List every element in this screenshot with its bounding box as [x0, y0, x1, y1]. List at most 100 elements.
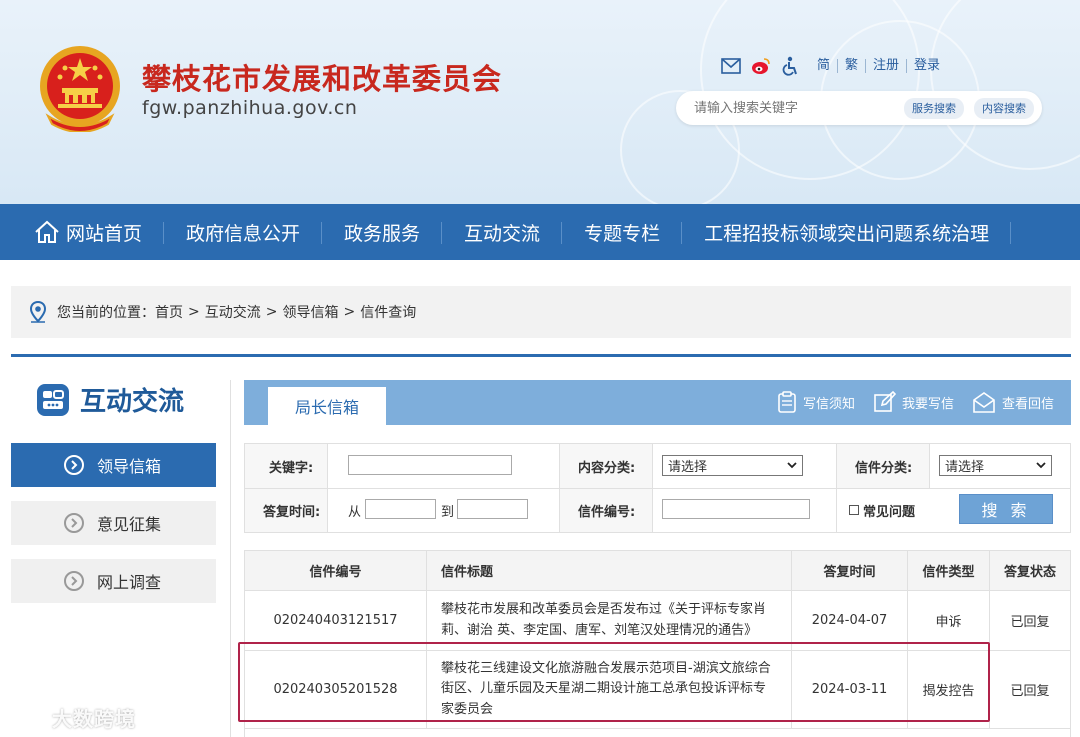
- mailbox-tab-bar: 局长信箱 写信须知 我要写信 查看回信: [244, 380, 1071, 425]
- clipboard-icon: [778, 391, 796, 413]
- nav-item-gov-info[interactable]: 政府信息公开: [164, 204, 323, 260]
- reply-status: 已回复: [1010, 615, 1050, 630]
- write-letter-label: 我要写信: [902, 396, 955, 412]
- sidebar-title: 互动交流: [36, 381, 184, 418]
- table-header-row: 信件编号 信件标题 答复时间 信件类型 答复状态: [245, 551, 1070, 591]
- tab-director-mailbox[interactable]: 局长信箱: [268, 387, 386, 425]
- nav-item-home[interactable]: 网站首页: [0, 204, 165, 260]
- chevron-right-icon: [64, 455, 84, 475]
- keyword-label: 关键字:: [269, 460, 314, 476]
- watermark-text: 大数跨境: [52, 707, 136, 731]
- letter-no-input[interactable]: [662, 499, 810, 519]
- content-type-select[interactable]: 请选择: [662, 455, 803, 476]
- watermark: 大数跨境: [8, 703, 136, 732]
- register-link[interactable]: 注册: [865, 59, 906, 73]
- view-replies-label: 查看回信: [1002, 396, 1055, 412]
- faq-label: 常见问题: [863, 504, 916, 520]
- faq-checkbox-wrap[interactable]: 常见问题: [849, 488, 915, 532]
- writing-notice-link[interactable]: 写信须知: [777, 391, 855, 413]
- table-row[interactable]: 020240305201528 攀枝花三线建设文化旅游融合发展示范项目-湖滨文旅…: [245, 651, 1070, 729]
- accessibility-icon[interactable]: [780, 55, 802, 77]
- writing-notice-label: 写信须知: [803, 396, 856, 412]
- section-divider: [11, 354, 1071, 357]
- letter-id: 020240403121517: [245, 591, 427, 650]
- national-emblem-icon: [40, 46, 120, 132]
- letter-type: 申诉: [908, 591, 990, 650]
- letter-search-form: 关键字: 内容分类: 请选择 信件分类: 请选择 答复时间: 从 到 信件编号:…: [244, 443, 1071, 533]
- weibo-icon[interactable]: [750, 55, 772, 77]
- column-divider: [230, 380, 231, 737]
- letter-no-label: 信件编号:: [578, 504, 636, 520]
- date-to-input[interactable]: [457, 499, 528, 519]
- main-nav: 网站首页 政府信息公开 政务服务 互动交流 专题专栏 工程招投标领域突出问题系统…: [0, 204, 1080, 260]
- envelope-open-icon: [973, 392, 995, 413]
- breadcrumb: 您当前的位置： 首页 > 互动交流 > 领导信箱 > 信件查询: [11, 286, 1071, 338]
- breadcrumb-letter-query[interactable]: 信件查询: [360, 302, 416, 322]
- chevron-right-icon: [64, 571, 84, 591]
- sidebar-item-leader-mailbox[interactable]: 领导信箱: [11, 443, 216, 487]
- search-button[interactable]: 搜 索: [959, 494, 1053, 524]
- letter-type-select[interactable]: 请选择: [939, 455, 1052, 476]
- nav-item-gov-service[interactable]: 政务服务: [322, 204, 443, 260]
- reply-status: 已回复: [1010, 684, 1050, 699]
- site-domain: fgw.panzhihua.gov.cn: [142, 97, 358, 119]
- write-letter-link[interactable]: 我要写信: [874, 391, 954, 413]
- to-label: 到: [441, 504, 455, 520]
- simplified-chinese-link[interactable]: 简: [810, 59, 837, 73]
- faq-checkbox[interactable]: [849, 505, 859, 515]
- mail-icon[interactable]: [720, 55, 742, 77]
- column-header: 答复状态: [990, 551, 1070, 590]
- nav-item-topics[interactable]: 专题专栏: [562, 204, 683, 260]
- letter-type-value: 请选择: [945, 460, 985, 475]
- search-input[interactable]: [694, 98, 894, 118]
- content-search-button[interactable]: 内容搜索: [974, 98, 1034, 119]
- breadcrumb-home[interactable]: 首页: [155, 302, 183, 322]
- breadcrumb-leader-mailbox[interactable]: 领导信箱: [282, 302, 338, 322]
- sidebar-item-label: 网上调查: [97, 573, 162, 592]
- date-from-input[interactable]: [365, 499, 436, 519]
- table-row[interactable]: 020240403121517 攀枝花市发展和改革委员会是否发布过《关于评标专家…: [245, 591, 1070, 651]
- sidebar-item-online-survey[interactable]: 网上调查: [11, 559, 216, 603]
- top-links: 简 繁 注册 登录: [720, 55, 947, 77]
- letter-title-link[interactable]: 攀枝花三线建设文化旅游融合发展示范项目-湖滨文旅综合街区、儿童乐园及天星湖二期设…: [427, 651, 792, 728]
- breadcrumb-label: 您当前的位置：: [57, 305, 155, 321]
- keyword-input[interactable]: [348, 455, 512, 475]
- site-title: 攀枝花市发展和改革委员会: [142, 62, 503, 96]
- watermark-logo-icon: [10, 708, 52, 726]
- letter-title-link[interactable]: 攀枝花市发展和改革委员会是否发布过《关于评标专家肖莉、谢治 英、李定国、唐军、刘…: [427, 591, 792, 650]
- location-pin-icon: [29, 301, 47, 323]
- traditional-chinese-link[interactable]: 繁: [837, 59, 865, 73]
- reply-date: 2024-04-07: [792, 591, 908, 650]
- chevron-down-icon: [787, 462, 797, 469]
- letter-id: 020240305201528: [245, 651, 427, 728]
- breadcrumb-interaction[interactable]: 互动交流: [205, 302, 261, 322]
- reply-date: 2024-03-11: [792, 651, 908, 728]
- sidebar-title-text: 互动交流: [80, 387, 185, 417]
- chat-icon: [37, 383, 69, 416]
- home-icon: [35, 220, 59, 243]
- nav-item-bidding-governance[interactable]: 工程招投标领域突出问题系统治理: [682, 204, 1012, 260]
- breadcrumb-separator: >: [265, 304, 278, 320]
- sidebar-item-label: 领导信箱: [97, 457, 162, 476]
- from-label: 从: [348, 504, 362, 520]
- column-header: 信件编号: [245, 551, 427, 590]
- sidebar-item-opinion-collection[interactable]: 意见征集: [11, 501, 216, 545]
- site-search-bar: 服务搜索 内容搜索: [676, 91, 1042, 125]
- page: 攀枝花市发展和改革委员会 fgw.panzhihua.gov.cn 简 繁 注册…: [0, 0, 1080, 737]
- service-search-button[interactable]: 服务搜索: [904, 98, 964, 119]
- nav-item-interaction[interactable]: 互动交流: [442, 204, 563, 260]
- content-type-label: 内容分类:: [578, 460, 636, 476]
- column-header: 信件标题: [427, 551, 792, 590]
- breadcrumb-separator: >: [188, 304, 200, 320]
- letter-type-label: 信件分类:: [855, 460, 913, 476]
- view-replies-link[interactable]: 查看回信: [972, 391, 1054, 413]
- reply-time-label: 答复时间:: [263, 504, 321, 520]
- breadcrumb-separator: >: [343, 304, 356, 320]
- login-link[interactable]: 登录: [906, 59, 947, 73]
- chevron-right-icon: [64, 513, 84, 533]
- column-header: 信件类型: [908, 551, 990, 590]
- nav-item-label: 网站首页: [66, 222, 143, 245]
- edit-icon: [874, 391, 896, 412]
- letters-table: 信件编号 信件标题 答复时间 信件类型 答复状态 020240403121517…: [244, 550, 1071, 737]
- chevron-down-icon: [1036, 462, 1046, 469]
